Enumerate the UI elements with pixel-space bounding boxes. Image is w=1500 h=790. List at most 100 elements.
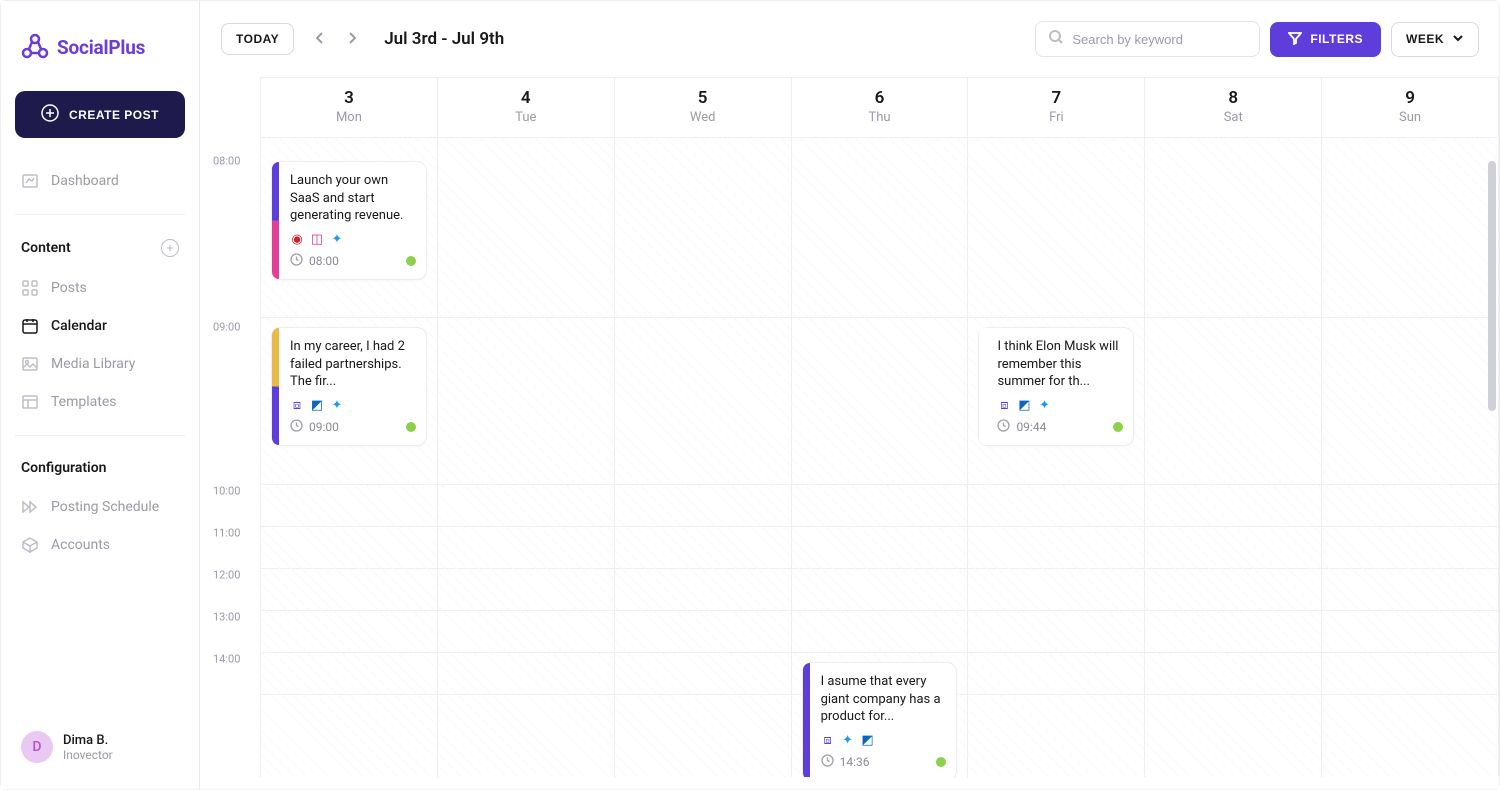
instagram-icon: ◫ [310,233,324,247]
time-label: 14:00 [213,653,240,666]
day-column-fri[interactable]: I think Elon Musk will remember this sum… [967,137,1144,777]
day-column-tue[interactable] [437,137,614,777]
event-text: In my career, I had 2 failed partnership… [290,338,416,391]
day-header-thu[interactable]: 6Thu [791,78,968,137]
event-platforms: ⧈ ◩ ✦ [290,399,416,413]
day-header-fri[interactable]: 7Fri [967,78,1144,137]
day-column-mon[interactable]: Launch your own SaaS and start generatin… [260,137,437,777]
mastodon-icon: ⧈ [821,734,835,748]
scrollbar-thumb[interactable] [1488,161,1496,411]
view-label: WEEK [1406,32,1444,46]
search-icon [1048,29,1064,49]
filter-icon [1288,31,1302,48]
config-section-header: Configuration [15,456,185,480]
time-label: 13:00 [213,611,240,624]
event-card[interactable]: I think Elon Musk will remember this sum… [978,327,1134,446]
date-range-title: Jul 3rd - Jul 9th [384,29,504,49]
linkedin-icon: ◩ [310,399,324,413]
linkedin-icon: ◩ [1017,399,1031,413]
event-stripe [272,328,279,445]
create-post-label: CREATE POST [69,108,159,122]
image-icon [21,355,39,373]
scrollbar[interactable] [1488,137,1496,777]
templates-icon [21,393,39,411]
calendar-grid: 3Mon 4Tue 5Wed 6Thu 7Fri 8Sat 9Sun 08:00… [213,77,1499,789]
status-dot [406,256,416,266]
sidebar-item-label: Dashboard [51,173,119,189]
day-column-thu[interactable]: I asume that every giant company has a p… [791,137,968,777]
sidebar-item-dashboard[interactable]: Dashboard [15,162,185,200]
sidebar-item-posts[interactable]: Posts [15,269,185,307]
event-stripe [979,328,986,445]
event-time: 14:36 [821,754,870,770]
time-label: 08:00 [213,155,240,168]
content-section-header: Content + [15,235,185,261]
plus-circle-icon [41,104,59,125]
section-title: Content [21,240,71,256]
status-dot [406,422,416,432]
main-content: TODAY Jul 3rd - Jul 9th FILTERS WEEK 3Mo… [201,1,1499,789]
event-time: 09:44 [997,419,1046,435]
day-column-sun[interactable] [1321,137,1499,777]
sidebar-item-accounts[interactable]: Accounts [15,526,185,564]
sidebar-item-schedule[interactable]: Posting Schedule [15,488,185,526]
add-content-button[interactable]: + [161,239,179,257]
search-box[interactable] [1035,21,1260,57]
clock-icon [290,253,303,269]
twitter-icon: ✦ [841,734,855,748]
event-text: I asume that every giant company has a p… [821,673,947,726]
sidebar-item-media[interactable]: Media Library [15,345,185,383]
status-dot [936,757,946,767]
time-label: 10:00 [213,485,240,498]
brand-logo: SocialPlus [19,31,185,63]
user-block[interactable]: D Dima B. Inovector [15,725,185,769]
pinterest-icon: ◉ [290,233,304,247]
event-text: I think Elon Musk will remember this sum… [997,338,1123,391]
chevron-down-icon [1452,32,1464,47]
event-text: Launch your own SaaS and start generatin… [290,172,416,225]
status-dot [1113,422,1123,432]
topbar: TODAY Jul 3rd - Jul 9th FILTERS WEEK [201,1,1499,77]
divider [15,214,185,215]
prev-week-button[interactable] [308,26,332,53]
event-card[interactable]: In my career, I had 2 failed partnership… [271,327,427,446]
day-column-wed[interactable] [614,137,791,777]
time-label: 12:00 [213,569,240,582]
event-stripe [803,663,810,777]
time-label: 09:00 [213,321,240,334]
event-time: 08:00 [290,253,339,269]
fast-forward-icon [21,498,39,516]
sidebar-item-calendar[interactable]: Calendar [15,307,185,345]
twitter-icon: ✦ [330,399,344,413]
filters-button[interactable]: FILTERS [1270,22,1381,57]
filters-label: FILTERS [1310,32,1363,46]
event-platforms: ⧈ ✦ ◩ [821,734,947,748]
day-header-wed[interactable]: 5Wed [614,78,791,137]
next-week-button[interactable] [340,26,364,53]
dashboard-icon [21,172,39,190]
sidebar-item-templates[interactable]: Templates [15,383,185,421]
today-button[interactable]: TODAY [221,23,294,55]
event-card[interactable]: I asume that every giant company has a p… [802,662,958,777]
time-label: 11:00 [213,527,240,540]
clock-icon [821,754,834,770]
day-header-sat[interactable]: 8Sat [1144,78,1321,137]
brand-icon [19,31,51,63]
create-post-button[interactable]: CREATE POST [15,91,185,138]
sidebar-item-label: Calendar [51,318,107,334]
event-platforms: ⧈ ◩ ✦ [997,399,1123,413]
mastodon-icon: ⧈ [997,399,1011,413]
calendar-icon [21,317,39,335]
sidebar-item-label: Templates [51,394,117,410]
section-title: Configuration [21,460,106,476]
day-header-mon[interactable]: 3Mon [260,78,437,137]
day-header-sun[interactable]: 9Sun [1321,78,1499,137]
search-input[interactable] [1072,32,1247,47]
linkedin-icon: ◩ [861,734,875,748]
event-card[interactable]: Launch your own SaaS and start generatin… [271,161,427,280]
day-column-sat[interactable] [1144,137,1321,777]
sidebar-item-label: Posts [51,280,87,296]
view-selector[interactable]: WEEK [1391,22,1479,57]
sidebar-item-label: Accounts [51,537,110,553]
day-header-tue[interactable]: 4Tue [437,78,614,137]
